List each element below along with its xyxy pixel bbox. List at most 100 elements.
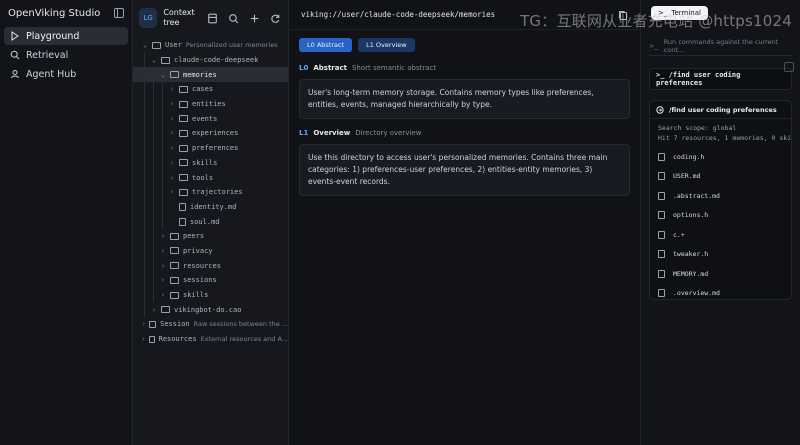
result-item[interactable]: .overview.md [650,284,791,300]
chevron-right-icon[interactable]: › [159,291,167,299]
tree-folder-row[interactable]: › events [133,111,288,127]
tree-file-row[interactable]: identity.md [133,199,288,215]
result-meta: Search scope: global Hit 7 resources, 1 … [650,119,791,147]
chevron-right-icon[interactable]: › [168,144,176,152]
search-result-icon [656,105,664,114]
add-icon[interactable] [248,12,261,25]
chevron-down-icon[interactable]: ⌄ [150,56,158,64]
chevron-right-icon[interactable]: › [159,232,167,240]
tree-guide-line [144,67,145,83]
search-icon[interactable] [227,12,240,25]
tree-row-description: Personalized user memories [185,41,278,50]
tree-folder-row[interactable]: ⌄ memories [133,67,288,83]
result-item-label: .overview.md [673,289,720,298]
result-item[interactable]: MEMORY.md [650,264,791,284]
tree-row-label: Resources [158,335,197,344]
file-icon [658,250,665,259]
result-item[interactable]: c.+ [650,225,791,245]
tree-file-row[interactable]: soul.md [133,214,288,229]
tree-folder-row[interactable]: › experiences [133,126,288,141]
abstract-heading: L0 Abstract Short semantic abstract [289,60,640,76]
nav-item-agent-hub[interactable]: Agent Hub [4,65,128,83]
tree-folder-row[interactable]: › Resources External resources and A... [133,332,288,347]
result-header: /find user coding preferences [650,101,791,119]
tree-folder-row[interactable]: ⌄ claude-code-deepseek [133,52,288,68]
chevron-right-icon[interactable]: › [141,320,146,328]
chevron-right-icon[interactable]: › [168,115,176,123]
tree-row-label: Session [160,320,190,329]
tree-folder-row[interactable]: ⌄ User Personalized user memories [133,38,288,53]
chevron-right-icon[interactable]: › [168,129,176,137]
prompt-icon: >_ [649,41,658,50]
chevron-right-icon[interactable]: › [159,276,167,284]
tree-folder-row[interactable]: › sessions [133,273,288,288]
file-icon [179,202,186,211]
nav-item-playground[interactable]: Playground [4,27,128,45]
tree-folder-row[interactable]: › Session Raw sessions between the ... [133,317,288,332]
context-tree-title: Context tree [163,8,195,27]
folder-icon [179,115,188,123]
tree-folder-row[interactable]: › skills [133,287,288,303]
chevron-right-icon[interactable]: › [168,100,176,108]
tree-row-label: experiences [192,129,239,138]
tree-row-label: User [165,41,182,50]
chip-overview[interactable]: L1 Overview [358,38,415,52]
folder-icon [179,188,188,196]
tree-folder-row[interactable]: › tools [133,170,288,185]
chevron-down-icon[interactable]: ⌄ [159,71,167,79]
database-icon[interactable] [206,12,219,25]
more-options-icon[interactable] [784,62,794,72]
tree-guide-line [144,184,145,200]
refresh-icon[interactable] [269,12,282,25]
tree-folder-row[interactable]: › peers [133,228,288,244]
tree-folder-row[interactable]: › cases [133,82,288,97]
tree-row-label: skills [183,291,209,300]
tree-folder-row[interactable]: › preferences [133,140,288,156]
chevron-right-icon[interactable]: › [141,335,146,343]
chevron-down-icon[interactable]: ⌄ [141,41,149,49]
context-tree-badge: LG [139,8,158,28]
result-item[interactable]: USER.md [650,167,791,187]
folder-icon [170,71,179,79]
hit-summary: Hit 7 resources, 1 memories, 0 skills [658,134,792,142]
terminal-input[interactable]: >_ Run commands against the current cont… [649,36,792,56]
result-title: /find user coding preferences [669,105,777,114]
main-panel: viking://user/claude-code-deepseek/memor… [289,0,641,445]
folder-icon [179,144,188,152]
tree-guide-line [162,184,163,200]
result-item[interactable]: options.h [650,206,791,226]
chevron-right-icon[interactable]: › [150,306,158,314]
tree-folder-row[interactable]: › entities [133,96,288,112]
overview-heading: L1 Overview Directory overview [289,125,640,141]
tree-folder-row[interactable]: › privacy [133,243,288,259]
chevron-right-icon[interactable]: › [168,85,176,93]
chevron-right-icon[interactable]: › [159,247,167,255]
nav-item-label: Retrieval [26,49,69,61]
tree-row-label: soul.md [190,217,220,226]
folder-icon [152,41,161,49]
chevron-right-icon[interactable]: › [168,188,176,196]
tree-folder-row[interactable]: › resources [133,258,288,273]
result-item[interactable]: tweaker.h [650,245,791,265]
tree-guide-line [162,96,163,112]
tree-folder-row[interactable]: › vikingbot-do.cao [133,302,288,318]
abstract-tag: L0 [299,64,309,72]
tree-guide-line [144,96,145,112]
result-item[interactable]: coding.h [650,147,791,167]
overview-tag: L1 [299,129,309,137]
overview-desc: Directory overview [355,129,422,137]
chevron-right-icon[interactable]: › [168,159,176,167]
nav-item-label: Playground [26,30,80,42]
sidebar-toggle-icon[interactable] [114,8,124,18]
chevron-right-icon[interactable]: › [159,262,167,270]
tree-guide-line [162,170,163,185]
result-item[interactable]: .abstract.md [650,186,791,206]
tree-folder-row[interactable]: › trajectories [133,184,288,200]
tree-row-label: tools [192,173,214,182]
chevron-right-icon[interactable]: › [168,174,176,182]
tree-folder-row[interactable]: › skills [133,155,288,171]
overview-card: Use this directory to access user's pers… [299,144,630,196]
result-list: coding.h USER.md .abstract.md options.h c.+ t… [650,147,791,300]
chip-abstract[interactable]: L0 Abstract [299,38,353,52]
nav-item-retrieval[interactable]: Retrieval [4,46,128,64]
